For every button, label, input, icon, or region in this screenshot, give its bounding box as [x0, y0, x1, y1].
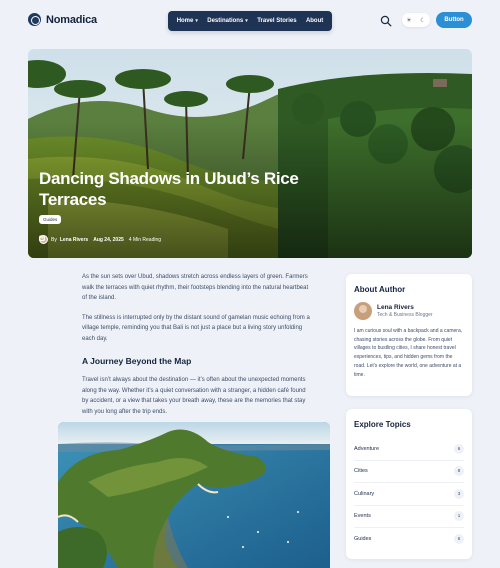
topic-count: 1 — [454, 511, 464, 522]
explore-topics-card: Explore Topics Adventure 6 Cities 8 Culi… — [346, 409, 472, 559]
nav-item-travel-stories[interactable]: Travel Stories — [257, 18, 296, 24]
main-nav: Home ▾ Destinations ▾ Travel Stories Abo… — [168, 11, 332, 31]
chevron-down-icon: ▾ — [245, 18, 248, 24]
topic-label: Culinary — [354, 490, 375, 497]
hero-title: Dancing Shadows in Ubud’s Rice Terraces — [39, 169, 299, 209]
nav-label: About — [305, 18, 324, 24]
nav-item-about[interactable]: About — [306, 18, 323, 24]
article-paragraph: Travel isn’t always about the destinatio… — [82, 377, 306, 415]
about-author-card: About Author Lena Rivers Tech & Business… — [346, 274, 472, 396]
brand-logo[interactable]: Nomadica — [28, 13, 97, 26]
avatar — [354, 302, 372, 320]
logo-icon — [28, 13, 41, 26]
topic-list: Adventure 6 Cities 8 Culinary 3 Events 1… — [354, 438, 464, 551]
theme-toggle[interactable]: ☀ ☾ — [402, 13, 430, 27]
nav-label: Destinations — [207, 18, 244, 24]
topic-count: 6 — [454, 443, 464, 454]
topic-item-events[interactable]: Events 1 — [354, 506, 464, 528]
section-heading: A Journey Beyond the Map — [82, 356, 192, 366]
author-prefix: By — [51, 236, 57, 243]
topic-count: 6 — [454, 534, 464, 545]
hero-banner: Dancing Shadows in Ubud’s Rice Terraces … — [28, 49, 472, 258]
moon-icon: ☾ — [420, 17, 426, 24]
author-info: Lena Rivers Tech & Business Blogger — [377, 304, 433, 318]
post-meta: By Lena Rivers Aug 24, 2025 4 Min Readin… — [39, 235, 161, 244]
sun-icon: ☀ — [406, 17, 412, 24]
topic-label: Adventure — [354, 445, 380, 452]
card-title: Explore Topics — [354, 420, 411, 429]
topic-item-adventure[interactable]: Adventure 6 — [354, 438, 464, 461]
clock-icon — [39, 235, 45, 241]
author-bio: I am curious soul with a backpack and a … — [354, 328, 463, 378]
topic-label: Guides — [354, 536, 372, 543]
topic-label: Cities — [354, 468, 368, 475]
category-tag[interactable]: Guides — [39, 215, 62, 224]
article-body: As the sun sets over Ubud, shadows stret… — [82, 272, 312, 426]
search-icon — [380, 15, 392, 27]
topic-item-guides[interactable]: Guides 6 — [354, 528, 464, 551]
date-meta: Aug 24, 2025 — [39, 235, 124, 243]
brand-name: Nomadica — [46, 13, 97, 26]
topic-label: Events — [354, 513, 371, 520]
card-title: About Author — [354, 285, 406, 294]
site-header: Nomadica Home ▾ Destinations ▾ Travel St… — [0, 0, 500, 40]
read-time-meta: 4 Min Reading — [39, 235, 162, 243]
topic-count: 3 — [454, 488, 464, 499]
search-button[interactable] — [380, 14, 392, 27]
chevron-down-icon: ▾ — [195, 18, 198, 24]
author-name: Lena Rivers — [377, 304, 414, 311]
nav-label: Travel Stories — [257, 18, 297, 24]
topic-item-culinary[interactable]: Culinary 3 — [354, 483, 464, 506]
article-paragraph: The stillness is interrupted only by the… — [82, 314, 310, 342]
article-paragraph: As the sun sets over Ubud, shadows stret… — [82, 274, 309, 301]
topic-item-cities[interactable]: Cities 8 — [354, 461, 464, 483]
author-profile[interactable]: Lena Rivers Tech & Business Blogger — [354, 302, 464, 320]
nav-item-home[interactable]: Home ▾ — [177, 18, 198, 24]
nav-label: Home — [176, 18, 194, 24]
author-name: Lena Rivers — [59, 236, 89, 243]
island-photo — [58, 422, 330, 568]
nav-item-destinations[interactable]: Destinations ▾ — [207, 18, 248, 24]
topic-count: 8 — [454, 466, 464, 477]
header-cta-button[interactable]: Button — [436, 12, 472, 28]
post-date: Aug 24, 2025 — [93, 236, 124, 243]
author-meta[interactable]: By Lena Rivers — [39, 235, 88, 244]
author-role: Tech & Business Blogger — [377, 312, 433, 318]
read-time: 4 Min Reading — [128, 236, 162, 243]
article-image — [58, 422, 330, 568]
hero-image — [28, 49, 472, 258]
